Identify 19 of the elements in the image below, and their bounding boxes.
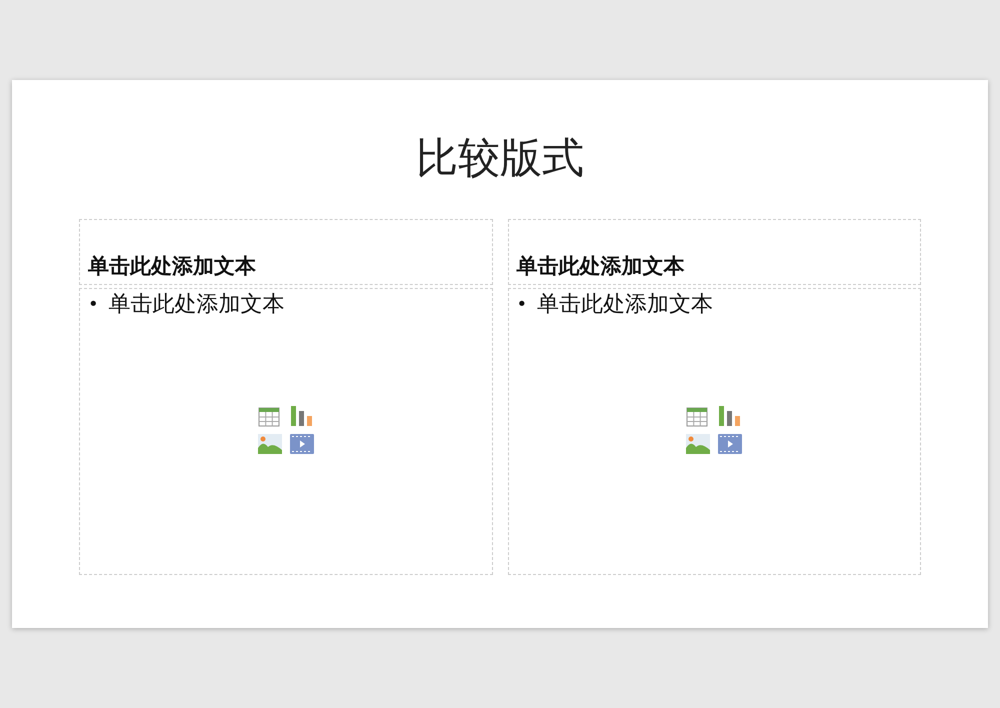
bar-chart-icon[interactable] bbox=[718, 405, 742, 427]
content-placeholder[interactable]: • 单击此处添加文本 bbox=[79, 288, 492, 575]
body-text: 单击此处添加文本 bbox=[108, 291, 285, 319]
bullet: • bbox=[88, 294, 99, 314]
heading-placeholder[interactable]: 单击此处添加文本 bbox=[79, 219, 492, 285]
table-icon[interactable] bbox=[686, 407, 708, 427]
video-icon[interactable] bbox=[718, 434, 742, 454]
bullet: • bbox=[516, 294, 528, 314]
table-icon[interactable] bbox=[258, 407, 280, 427]
image-icon[interactable] bbox=[258, 434, 282, 454]
video-icon[interactable] bbox=[290, 434, 314, 454]
heading-text: 单击此处添加文本 bbox=[516, 253, 684, 280]
bar-chart-icon[interactable] bbox=[290, 405, 314, 427]
image-icon[interactable] bbox=[686, 434, 710, 454]
heading-text: 单击此处添加文本 bbox=[88, 253, 256, 280]
heading-placeholder[interactable]: 单击此处添加文本 bbox=[508, 219, 921, 285]
content-placeholder[interactable]: • 单击此处添加文本 bbox=[508, 288, 921, 575]
slide-title[interactable]: 比较版式 bbox=[79, 128, 921, 219]
body-text: 单击此处添加文本 bbox=[537, 291, 714, 319]
